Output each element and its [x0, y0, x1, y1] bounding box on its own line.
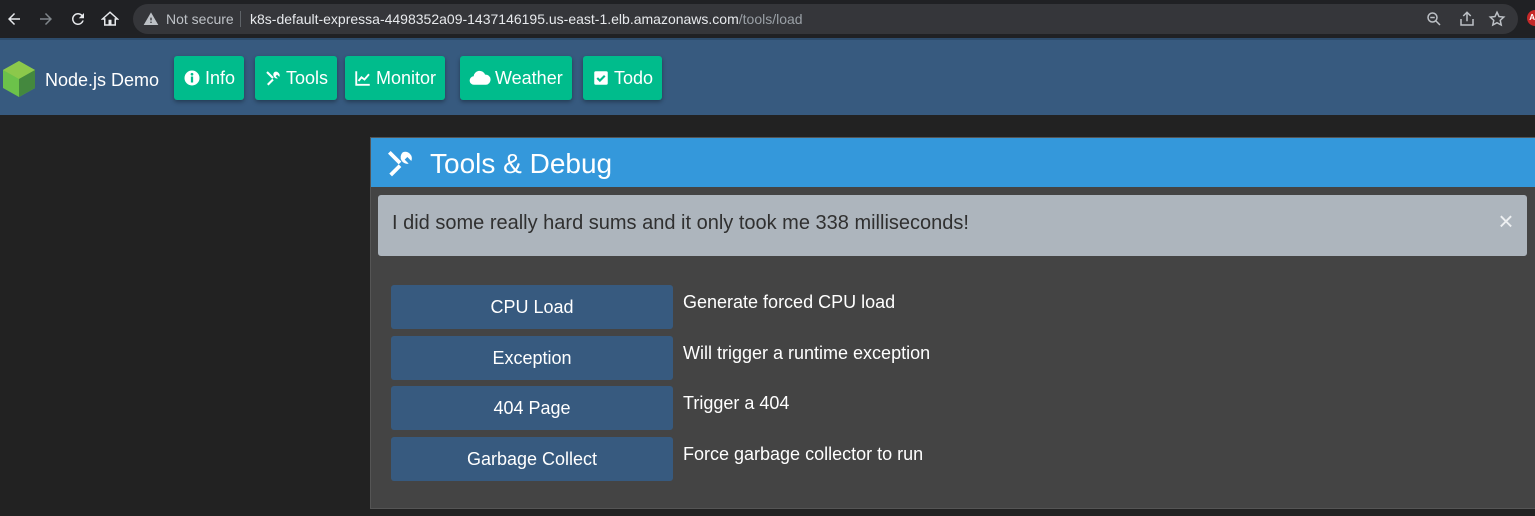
tool-row-garbage-collect: Garbage Collect Force garbage collector … — [391, 437, 1511, 481]
url-path: /tools/load — [738, 11, 803, 27]
brand-title[interactable]: Node.js Demo — [45, 70, 159, 91]
page-title: Tools & Debug — [430, 148, 613, 179]
reload-icon[interactable] — [65, 6, 91, 32]
nav-info-button[interactable]: Info — [174, 56, 245, 100]
address-bar[interactable]: Not secure k8s-default-expressa-4498352a… — [133, 4, 1518, 34]
zoom-icon[interactable] — [1425, 10, 1443, 28]
card-header: Tools & Debug — [371, 138, 1535, 187]
tool-description: Trigger a 404 — [683, 393, 790, 413]
nav-monitor-label: Monitor — [376, 67, 437, 88]
tools-icon — [384, 147, 416, 179]
url-host: k8s-default-expressa-4498352a09-14371461… — [250, 11, 739, 27]
nav-weather-label: Weather — [495, 67, 563, 88]
share-icon[interactable] — [1458, 10, 1476, 28]
nav-todo-label: Todo — [614, 67, 654, 88]
tools-icon — [264, 69, 282, 87]
nav-tools-label: Tools — [286, 67, 329, 88]
nav-monitor-button[interactable]: Monitor — [345, 56, 446, 100]
warning-triangle-icon[interactable] — [143, 11, 159, 27]
bookmark-star-icon[interactable] — [1488, 10, 1506, 28]
security-status[interactable]: Not secure — [166, 11, 234, 27]
back-arrow-icon[interactable] — [1, 6, 27, 32]
info-circle-icon — [183, 69, 201, 87]
nav-info-label: Info — [205, 67, 236, 88]
garbage-collect-button[interactable]: Garbage Collect — [391, 437, 673, 481]
result-alert: I did some really hard sums and it only … — [378, 195, 1527, 256]
chart-icon — [354, 69, 372, 87]
tool-row-404-page: 404 Page Trigger a 404 — [391, 386, 1511, 430]
forward-arrow-icon[interactable] — [33, 6, 59, 32]
close-icon[interactable]: × — [1495, 208, 1517, 234]
tools-card: Tools & Debug I did some really hard sum… — [370, 137, 1535, 509]
browser-toolbar: Not secure k8s-default-expressa-4498352a… — [0, 0, 1535, 38]
home-icon[interactable] — [97, 6, 123, 32]
extension-icon[interactable]: AB — [1527, 10, 1535, 26]
url-text[interactable]: k8s-default-expressa-4498352a09-14371461… — [250, 11, 803, 27]
cloud-icon — [469, 69, 491, 87]
check-square-icon — [592, 69, 610, 87]
app-navbar: Node.js Demo Info Tools Monitor Weather … — [0, 38, 1535, 115]
address-separator — [240, 11, 241, 27]
cpu-load-button[interactable]: CPU Load — [391, 285, 673, 329]
tool-description: Force garbage collector to run — [683, 444, 924, 464]
exception-button[interactable]: Exception — [391, 336, 673, 380]
tool-row-cpu-load: CPU Load Generate forced CPU load — [391, 285, 1511, 329]
tool-description: Generate forced CPU load — [683, 292, 896, 312]
tool-row-exception: Exception Will trigger a runtime excepti… — [391, 336, 1511, 380]
nav-weather-button[interactable]: Weather — [460, 56, 572, 100]
nav-todo-button[interactable]: Todo — [583, 56, 663, 100]
404-page-button[interactable]: 404 Page — [391, 386, 673, 430]
alert-message: I did some really hard sums and it only … — [392, 212, 969, 234]
tool-description: Will trigger a runtime exception — [683, 343, 931, 363]
nav-tools-button[interactable]: Tools — [255, 56, 338, 100]
nodejs-logo-icon[interactable] — [2, 60, 36, 98]
